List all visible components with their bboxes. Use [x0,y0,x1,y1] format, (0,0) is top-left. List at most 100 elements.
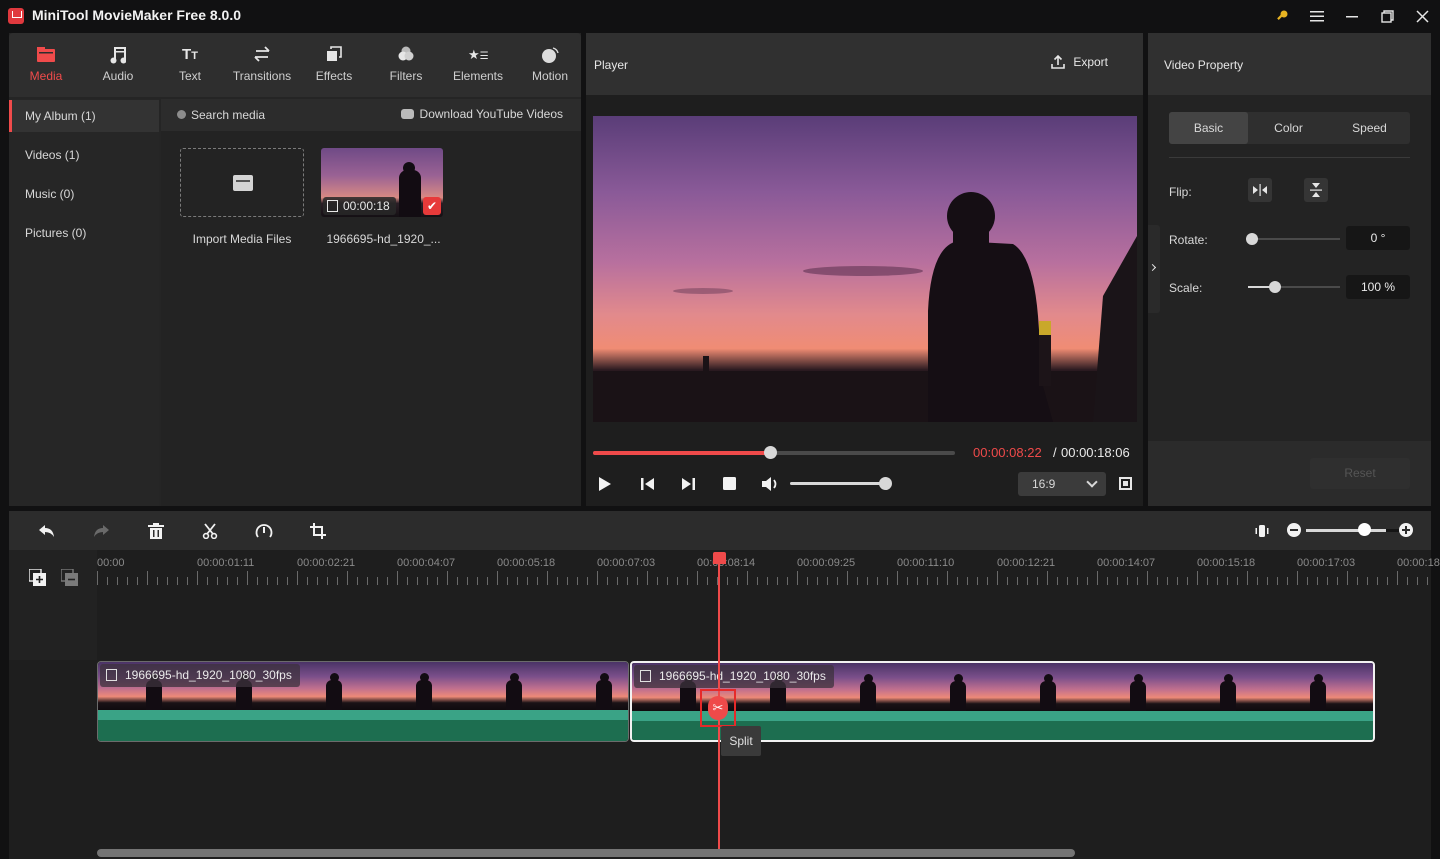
transitions-icon [252,46,272,64]
menu-icon[interactable] [1305,6,1329,26]
previous-frame-button[interactable] [640,476,660,492]
ruler-tick [627,577,628,585]
crop-button[interactable] [308,521,328,541]
ruler-tick [1177,577,1178,585]
undo-button[interactable] [37,521,57,541]
volume-slider[interactable] [790,477,892,490]
album-item-pictures[interactable]: Pictures (0) [9,217,159,249]
flip-horizontal-button[interactable] [1248,178,1272,202]
rotate-slider[interactable] [1246,233,1340,245]
ruler-tick [967,577,968,585]
timeline-ruler[interactable]: 00:00 00:00:01:11 00:00:02:21 00:00:04:07 00… [97,550,1440,590]
volume-icon[interactable] [761,476,781,492]
rotate-knob[interactable] [1246,233,1258,245]
checkmark-icon[interactable]: ✔ [423,197,441,215]
ruler-tick [147,571,148,585]
ruler-tick [1187,577,1188,585]
search-input[interactable] [191,106,371,124]
fit-timeline-button[interactable] [1252,521,1272,541]
music-note-icon [108,46,128,64]
youtube-download-icon [400,109,414,119]
media-item-duration: 00:00:18 [323,197,396,215]
stop-button[interactable] [723,476,743,492]
timeline-zoom-knob[interactable] [1358,523,1371,536]
scale-slider[interactable] [1248,281,1340,293]
timeline-zoom-slider[interactable] [1306,529,1386,532]
zoom-in-icon[interactable] [1399,523,1413,537]
split-marker[interactable]: ✂ [700,689,736,727]
remove-track-icon[interactable] [60,568,78,586]
rotate-value[interactable]: 0 ° [1346,226,1410,250]
ruler-tick [247,571,248,585]
progress-knob[interactable] [764,446,778,459]
timeline: 00:00 00:00:01:11 00:00:02:21 00:00:04:07 00… [9,550,1440,859]
volume-knob[interactable] [879,477,892,490]
frame-silhouette [1040,681,1056,711]
export-button[interactable]: Export [1051,55,1108,69]
import-media-button[interactable] [180,148,304,217]
minimize-icon[interactable] [1340,6,1364,26]
ruler-tick [1257,577,1258,585]
split-button[interactable] [200,521,220,541]
redo-button[interactable] [91,521,111,541]
tab-elements[interactable]: ★☰ Elements [442,33,514,97]
aspect-ratio-select[interactable]: 16:9 [1018,472,1106,496]
ruler-tick [537,577,538,585]
ruler-tick [1287,577,1288,585]
frame-silhouette [950,681,966,711]
ruler-tick [127,577,128,585]
tab-color[interactable]: Color [1249,112,1328,144]
fullscreen-icon[interactable] [1119,477,1132,490]
download-youtube-button[interactable]: Download YouTube Videos [400,107,563,121]
tab-media[interactable]: Media [10,33,82,97]
scale-label: Scale: [1169,281,1203,295]
ruler-tick [417,577,418,585]
total-time: 00:00:18:06 [1061,445,1130,460]
playback-progress-slider[interactable] [593,446,955,459]
tab-speed[interactable]: Speed [1330,112,1409,144]
undo-icon [39,525,54,537]
trash-icon [148,523,164,539]
tab-filters[interactable]: Filters [370,33,442,97]
folder-icon [36,46,56,64]
zoom-out-icon[interactable] [1287,523,1301,537]
tab-transitions-label: Transitions [232,69,292,83]
album-item-my-album[interactable]: My Album (1) [9,100,159,132]
scissors-icon [202,523,218,539]
next-frame-button[interactable] [680,476,700,492]
ruler-tick [1427,577,1428,585]
timeline-clip[interactable]: 1966695-hd_1920_1080_30fps [97,661,629,742]
delete-button[interactable] [146,521,166,541]
album-item-videos[interactable]: Videos (1) [9,139,159,171]
close-icon[interactable] [1410,6,1434,26]
tab-motion[interactable]: Motion [514,33,586,97]
flip-vertical-button[interactable] [1304,178,1328,202]
play-button[interactable] [598,476,618,492]
playhead-handle[interactable] [713,552,726,564]
key-icon[interactable] [1270,6,1294,26]
tab-basic[interactable]: Basic [1169,112,1248,144]
ruler-tick [847,571,848,585]
album-item-music[interactable]: Music (0) [9,178,159,210]
frame-silhouette-head [864,674,873,683]
maximize-icon[interactable] [1375,6,1399,26]
reset-button[interactable]: Reset [1310,458,1410,489]
tab-effects[interactable]: Effects [298,33,370,97]
scale-value[interactable]: 100 % [1346,275,1410,299]
ruler-tick [657,577,658,585]
video-preview[interactable] [593,116,1137,422]
ruler-tick [597,571,598,585]
add-track-icon[interactable] [28,568,46,586]
timeline-horizontal-scrollbar[interactable] [97,849,1075,857]
tab-transitions[interactable]: Transitions [226,33,298,97]
media-item-thumbnail[interactable]: 00:00:18 ✔ [321,148,443,217]
scale-knob[interactable] [1268,281,1281,293]
tab-audio[interactable]: Audio [82,33,154,97]
tab-text[interactable]: TT Text [154,33,226,97]
ruler-tick [237,577,238,585]
ruler-tick [587,577,588,585]
ruler-tick [907,577,908,585]
ruler-tick [1167,577,1168,585]
speed-button[interactable] [254,521,274,541]
collapse-panel-chevron-icon[interactable] [1148,225,1160,313]
